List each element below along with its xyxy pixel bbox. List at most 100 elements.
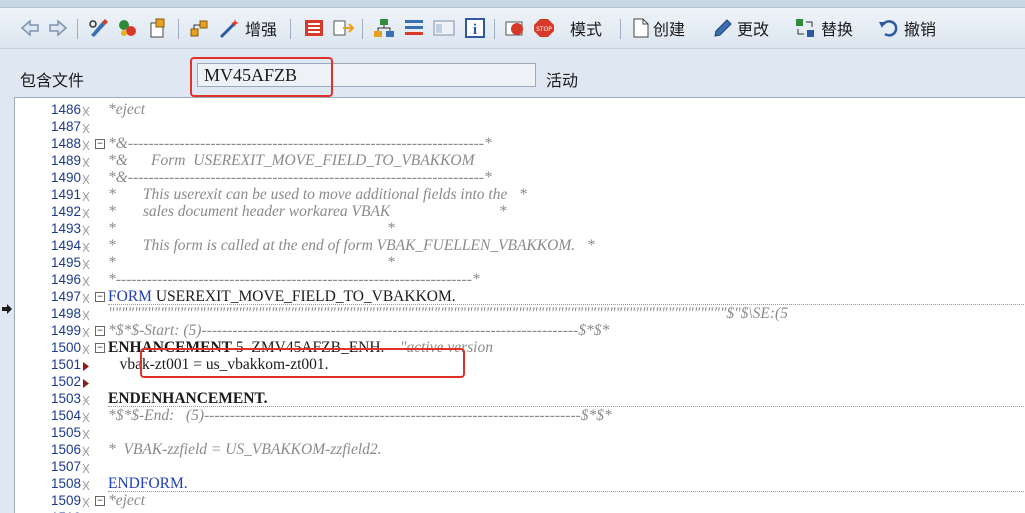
block-divider <box>108 491 1025 492</box>
breakpoint-marker-icon[interactable] <box>82 342 92 355</box>
enhancement-marker-icon[interactable] <box>82 376 92 388</box>
block-divider <box>108 304 1025 305</box>
line-number: 1490 <box>50 170 81 185</box>
breakpoint-marker-icon[interactable] <box>82 308 92 321</box>
code-line[interactable]: 1495 * * <box>15 254 1025 271</box>
mode-button[interactable]: 模式 <box>570 15 602 41</box>
display-change-button[interactable] <box>88 15 112 41</box>
enhancement-marker-icon[interactable] <box>82 359 92 371</box>
code-line[interactable]: 1509 − *eject <box>15 492 1025 509</box>
code-line[interactable]: 1488 − *&---------------------------------… <box>15 135 1025 152</box>
code-line[interactable]: 1506 * VBAK-zzfield = US_VBAKKOM-zzfield2… <box>15 441 1025 458</box>
breakpoint-marker-icon[interactable] <box>82 104 92 117</box>
breakpoint-marker-icon[interactable] <box>82 274 92 287</box>
breakpoint-marker-icon[interactable] <box>82 189 92 202</box>
collapse-block-icon[interactable]: − <box>95 139 105 149</box>
code-line[interactable]: 1500 − ENHANCEMENT 5 ZMV45AFZB_ENH. "activ… <box>15 339 1025 356</box>
breakpoint-marker-icon[interactable] <box>82 325 92 338</box>
new-document-icon <box>633 18 649 38</box>
toolbar-separator <box>290 19 291 39</box>
mode-label: 模式 <box>570 20 603 39</box>
collapse-block-icon[interactable]: − <box>95 292 105 302</box>
code-text: * This userexit can be used to move addi… <box>108 186 527 203</box>
collapse-block-icon[interactable]: − <box>95 326 105 336</box>
breakpoint-marker-icon[interactable] <box>82 155 92 168</box>
code-line[interactable]: 1493 * * <box>15 220 1025 237</box>
other-object-button[interactable] <box>147 15 171 41</box>
include-name-field[interactable]: MV45AFZB <box>197 63 536 87</box>
code-line[interactable]: 1497 − FORM USEREXIT_MOVE_FIELD_TO_VBAKKOM… <box>15 288 1025 305</box>
code-text: * VBAK-zzfield = US_VBAKKOM-zzfield2. <box>108 441 382 458</box>
forward-button[interactable] <box>48 15 68 41</box>
line-number: 1500 <box>50 340 81 355</box>
breakpoint-marker-icon[interactable] <box>82 121 92 134</box>
breakpoint-marker-icon[interactable] <box>82 444 92 457</box>
breakpoint-marker-icon[interactable] <box>82 223 92 236</box>
code-line[interactable]: 1505 <box>15 424 1025 441</box>
breakpoint-marker-icon[interactable] <box>82 495 92 508</box>
pretty-printer-button[interactable] <box>332 15 356 41</box>
code-text: *eject <box>108 492 146 509</box>
breakpoint-marker-icon[interactable] <box>82 461 92 474</box>
change-label: 更改 <box>737 20 770 39</box>
pattern-button[interactable] <box>302 15 326 41</box>
arrow-right-icon <box>49 19 68 37</box>
code-line[interactable]: 1494 * This form is called at the end of … <box>15 237 1025 254</box>
code-line[interactable]: 1491 * This userexit can be used to move … <box>15 186 1025 203</box>
code-line[interactable]: 1486 *eject <box>15 101 1025 118</box>
code-line[interactable]: 1507 <box>15 458 1025 475</box>
svg-text:STOP: STOP <box>536 26 552 33</box>
code-line[interactable]: 1496 *-----------------------------------… <box>15 271 1025 288</box>
breakpoint-marker-icon[interactable] <box>82 427 92 440</box>
breakpoint-marker-icon[interactable] <box>82 206 92 219</box>
navigation-stack-button[interactable] <box>402 15 426 41</box>
breakpoint-icon <box>505 21 523 36</box>
breakpoint-marker-icon[interactable] <box>82 257 92 270</box>
where-used-button[interactable] <box>372 15 396 41</box>
hierarchy-button[interactable] <box>188 15 212 41</box>
collapse-block-icon[interactable]: − <box>95 343 105 353</box>
current-line-arrow-icon <box>2 304 12 314</box>
breakpoint-marker-icon[interactable] <box>82 172 92 185</box>
code-line[interactable]: 1501 vbak-zt001 = us_vbakkom-zt001. <box>15 356 1025 373</box>
code-line[interactable]: 1503 ENDENHANCEMENT. <box>15 390 1025 407</box>
collapse-block-icon[interactable]: − <box>95 496 105 506</box>
active-inactive-button[interactable] <box>116 15 140 41</box>
line-number: 1489 <box>50 153 81 168</box>
abap-code-editor[interactable]: 1486 *eject 1487 1488− *&-------------------… <box>14 97 1025 513</box>
code-text: *& Form USEREXIT_MOVE_FIELD_TO_VBAKKOM <box>108 152 475 169</box>
arrow-left-icon <box>20 19 39 37</box>
svg-text:i: i <box>473 22 477 38</box>
code-line[interactable]: 1490 *&----------------------------------… <box>15 169 1025 186</box>
info-button[interactable]: i <box>463 15 487 41</box>
code-line[interactable]: 1498 """"""""""""""""""""""""""""""""""""… <box>15 305 1025 322</box>
code-line[interactable]: 1502 <box>15 373 1025 390</box>
enhance-button[interactable]: 增强 <box>218 15 277 41</box>
change-button[interactable]: 更改 <box>712 15 769 41</box>
line-number: 1496 <box>50 272 81 287</box>
breakpoint-marker-icon[interactable] <box>82 138 92 151</box>
line-number: 1487 <box>50 119 81 134</box>
code-line[interactable]: 1508 ENDFORM. <box>15 475 1025 492</box>
code-line[interactable]: 1510 <box>15 509 1025 513</box>
code-line[interactable]: 1492 * sales document header workarea VBA… <box>15 203 1025 220</box>
code-line[interactable]: 1489 *& Form USEREXIT_MOVE_FIELD_TO_VBAKK… <box>15 152 1025 169</box>
session-breakpoint-button[interactable]: STOP <box>532 15 556 41</box>
tree-icon <box>374 19 394 37</box>
create-button[interactable]: 创建 <box>632 15 685 41</box>
breakpoint-marker-icon[interactable] <box>82 291 92 304</box>
breakpoint-button[interactable] <box>503 15 527 41</box>
display-object-list-button[interactable] <box>432 15 456 41</box>
breakpoint-marker-icon[interactable] <box>82 240 92 253</box>
code-line[interactable]: 1487 <box>15 118 1025 135</box>
undo-button[interactable]: 撤销 <box>877 15 936 41</box>
code-text: *---------------------------------------… <box>108 271 480 288</box>
line-number: 1502 <box>50 374 81 389</box>
back-button[interactable] <box>20 15 40 41</box>
replace-button[interactable]: 替换 <box>794 15 853 41</box>
code-line[interactable]: 1504 *$*$-End: (5)-----------------------… <box>15 407 1025 424</box>
code-line[interactable]: 1499 − *$*$-Start: (5)--------------------… <box>15 322 1025 339</box>
breakpoint-marker-icon[interactable] <box>82 393 92 406</box>
breakpoint-marker-icon[interactable] <box>82 478 92 491</box>
breakpoint-marker-icon[interactable] <box>82 410 92 423</box>
